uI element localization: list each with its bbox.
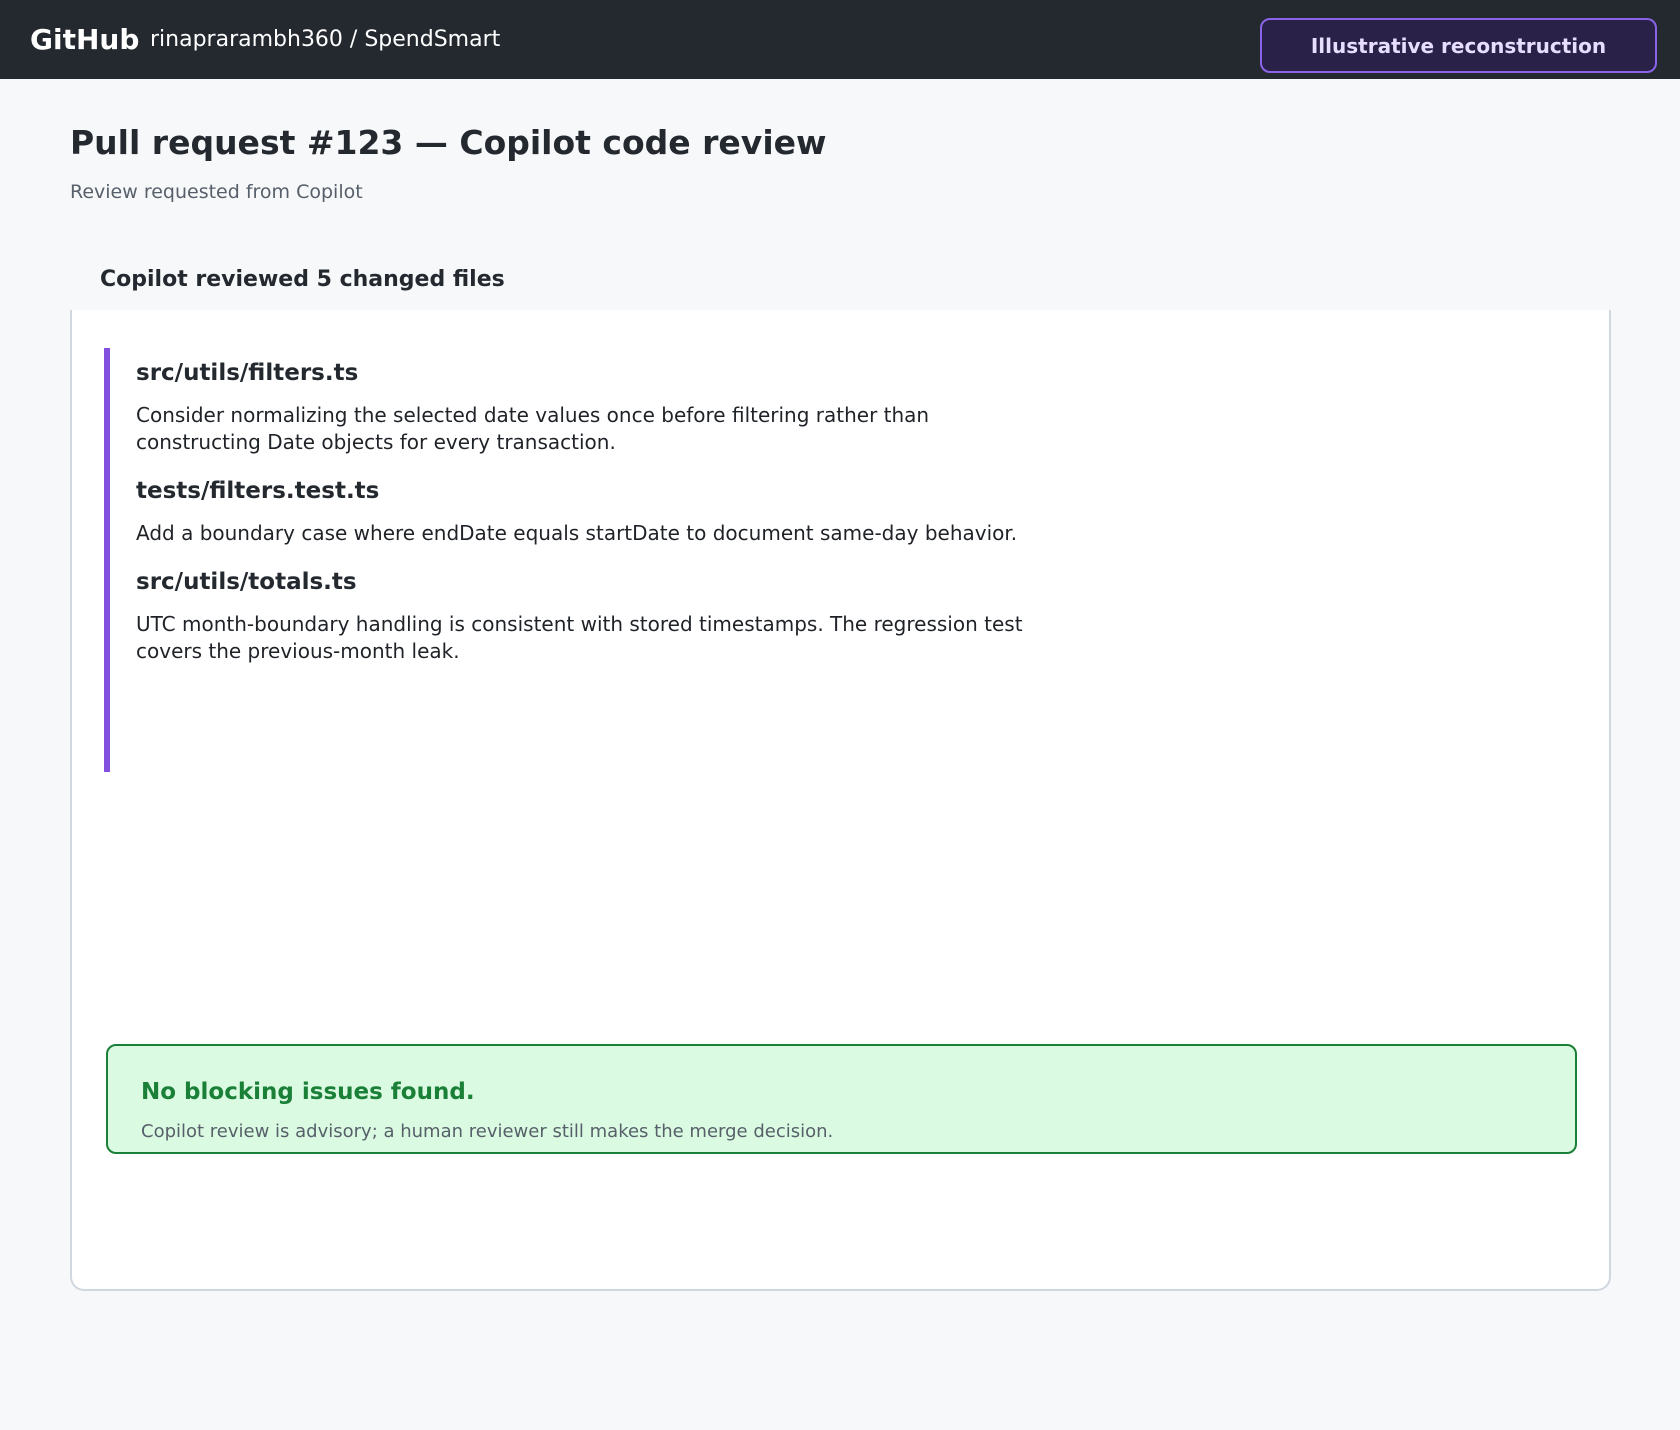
comment-body: UTC month-boundary handling is consisten…: [136, 612, 1023, 663]
copilot-review-panel: src/utils/filters.ts Consider normalizin…: [70, 310, 1611, 1291]
illustrative-reconstruction-badge: Illustrative reconstruction: [1260, 18, 1657, 73]
review-comment: src/utils/filters.ts Consider normalizin…: [136, 358, 1034, 456]
comment-file-path[interactable]: src/utils/totals.ts: [136, 567, 1034, 597]
status-title: No blocking issues found.: [141, 1079, 475, 1105]
status-note: Copilot review is advisory; a human revi…: [141, 1121, 834, 1142]
review-comments-list: src/utils/filters.ts Consider normalizin…: [104, 348, 1034, 772]
top-navigation-bar: GitHub rinaprarambh360 / SpendSmart Illu…: [0, 0, 1680, 79]
comment-file-path[interactable]: src/utils/filters.ts: [136, 358, 1034, 388]
github-logo-text[interactable]: GitHub: [30, 22, 139, 58]
review-status-banner: No blocking issues found. Copilot review…: [106, 1044, 1577, 1154]
comment-body: Consider normalizing the selected date v…: [136, 403, 930, 454]
comment-body: Add a boundary case where endDate equals…: [136, 521, 1018, 545]
review-comment: src/utils/totals.ts UTC month-boundary h…: [136, 567, 1034, 665]
comment-file-path[interactable]: tests/filters.test.ts: [136, 476, 1034, 506]
review-comment: tests/filters.test.ts Add a boundary cas…: [136, 476, 1034, 547]
page-title: Pull request #123 — Copilot code review: [70, 123, 827, 162]
review-request-subtitle: Review requested from Copilot: [70, 181, 363, 203]
repository-breadcrumb[interactable]: rinaprarambh360 / SpendSmart: [150, 24, 500, 56]
review-summary-heading: Copilot reviewed 5 changed files: [100, 267, 505, 292]
